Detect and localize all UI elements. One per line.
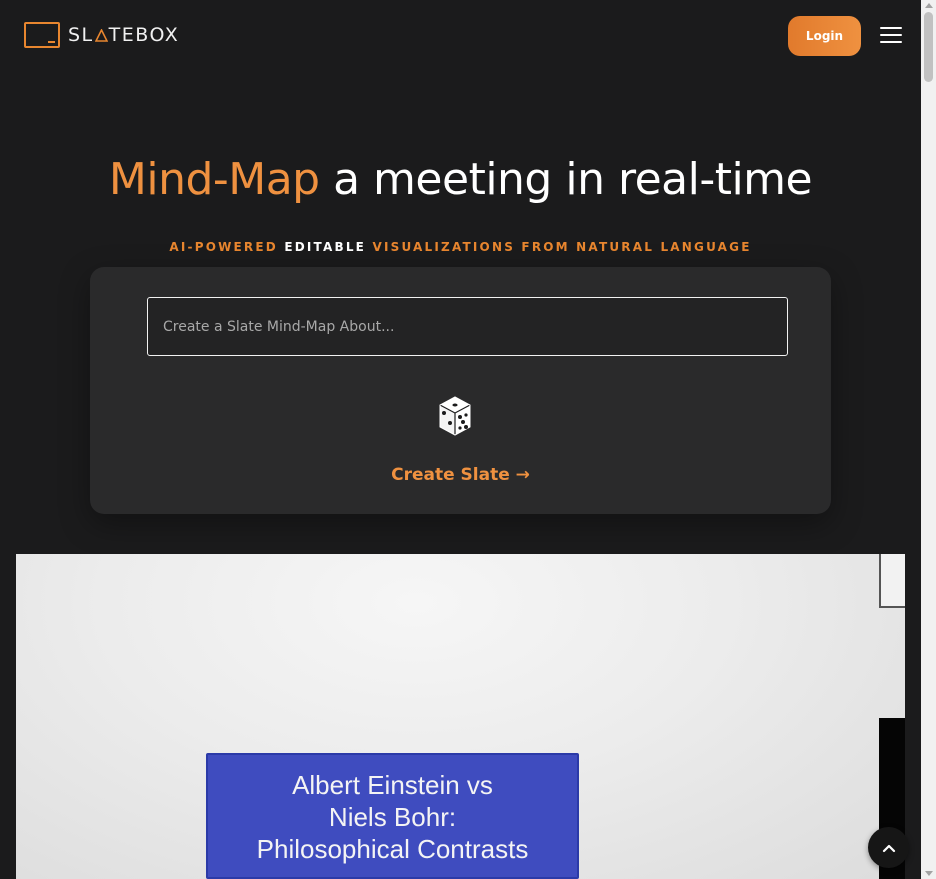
chevron-up-icon [882,844,895,852]
dice-icon[interactable] [438,395,472,437]
scroll-up-arrow-icon[interactable] [925,3,933,8]
subtitle-ai-powered: AI-POWERED [169,240,278,254]
node-text-line-3: Philosophical Contrasts [256,834,529,864]
hero-title-rest: a meeting in real-time [319,154,813,205]
demo-video-preview[interactable]: Albert Einstein vs Niels Bohr: Philosoph… [16,554,905,879]
hero-subtitle: AI-POWERED EDITABLE VISUALIZATIONS FROM … [0,240,921,254]
slatebox-logo[interactable]: SL TEBOX [24,22,179,48]
create-slate-button[interactable]: Create Slate → [90,465,831,485]
logo-wordmark: SL TEBOX [68,24,180,46]
logo-screen-icon [24,22,60,48]
logo-triangle-icon [94,28,108,42]
mind-map-topic-input[interactable] [147,297,788,356]
hero-title-accent: Mind-Map [108,154,320,205]
node-text-line-2: Niels Bohr: [328,802,457,832]
scrollbar-thumb[interactable] [924,12,933,82]
hero-title: Mind-Map a meeting in real-time [0,154,921,205]
scroll-to-top-button[interactable] [868,827,909,868]
subtitle-editable: EDITABLE [284,240,367,254]
node-text-line-1: Albert Einstein vs [292,770,493,800]
slate-creator-card: Create Slate → [90,267,831,514]
preview-frame-edge [879,554,905,608]
page: SL TEBOX Login Mind-Map a meeting in real… [0,0,921,879]
login-button[interactable]: Login [788,16,861,56]
scroll-down-arrow-icon[interactable] [925,871,933,876]
subtitle-visualizations: VISUALIZATIONS FROM NATURAL LANGUAGE [372,240,752,254]
mind-map-node: Albert Einstein vs Niels Bohr: Philosoph… [206,753,579,879]
page-scrollbar[interactable] [921,0,936,879]
hamburger-menu-icon[interactable] [880,27,902,45]
